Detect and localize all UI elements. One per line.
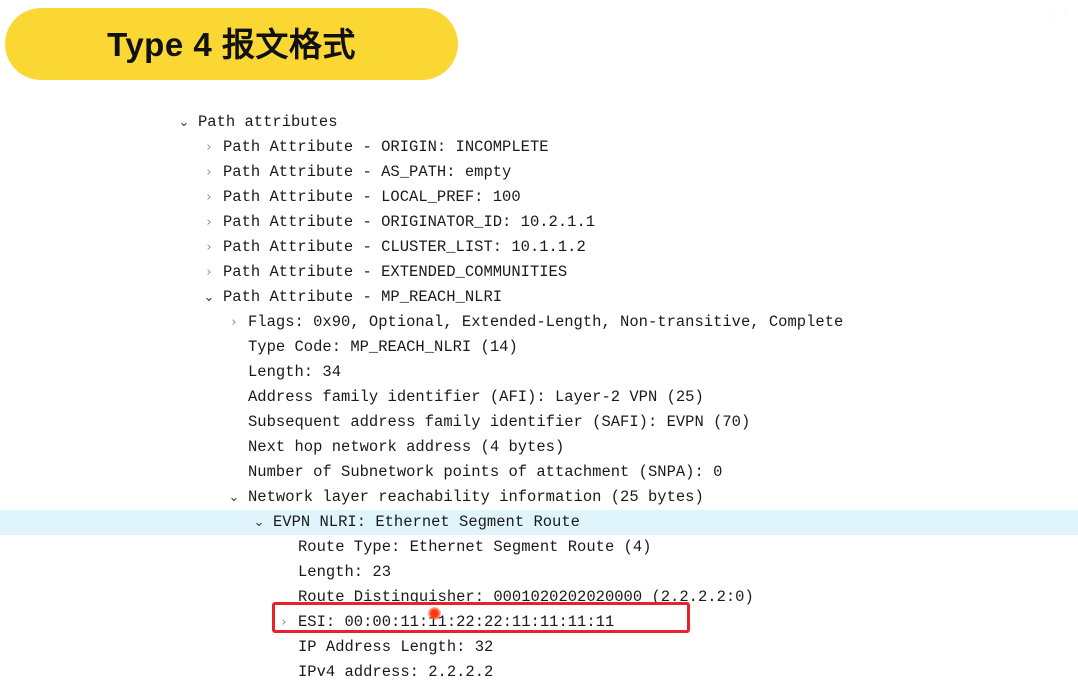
packet-detail-tree: ⌄ Path attributes › Path Attribute - ORIGIN… [0,110,1078,685]
chevron-right-icon[interactable]: › [276,610,292,635]
tree-row[interactable]: › Path Attribute - ORIGINATOR_ID: 10.2.1.… [0,210,1078,235]
chevron-down-icon[interactable]: ⌄ [176,110,192,135]
chevron-right-icon[interactable]: › [201,185,217,210]
chevron-down-icon[interactable]: ⌄ [201,285,217,310]
tree-row[interactable]: › Path Attribute - CLUSTER_LIST: 10.1.1.2 [0,235,1078,260]
tree-row-label: EVPN NLRI: Ethernet Segment Route [273,513,580,531]
tree-row-label: Path Attribute - ORIGINATOR_ID: 10.2.1.1 [223,213,596,231]
tree-row[interactable]: › Flags: 0x90, Optional, Extended-Length,… [0,310,1078,335]
tree-row[interactable]: › Path Attribute - ORIGIN: INCOMPLETE [0,135,1078,160]
tree-row-label: Route Distinguisher: 0001020202020000 (2… [298,588,754,606]
tree-row-label: Number of Subnetwork points of attachmen… [248,463,723,481]
tree-row[interactable]: Address family identifier (AFI): Layer-2… [0,385,1078,410]
tree-row[interactable]: › ESI: 00:00:11:11:22:22:11:11:11:11 [0,610,1078,635]
tree-row-label: Path Attribute - LOCAL_PREF: 100 [223,188,521,206]
tree-row-label: IP Address Length: 32 [298,638,494,656]
tree-row-label: Next hop network address (4 bytes) [248,438,565,456]
chevron-right-icon[interactable]: › [201,260,217,285]
chevron-right-icon[interactable]: › [226,310,242,335]
tree-row[interactable]: ⌄ Path Attribute - MP_REACH_NLRI [0,285,1078,310]
tree-row[interactable]: Subsequent address family identifier (SA… [0,410,1078,435]
tree-row-label: Path Attribute - MP_REACH_NLRI [223,288,503,306]
title-banner: Type 4 报文格式 [5,8,458,80]
tree-row-label: Network layer reachability information (… [248,488,704,506]
tree-row[interactable]: › Path Attribute - AS_PATH: empty [0,160,1078,185]
tree-row[interactable]: Route Distinguisher: 0001020202020000 (2… [0,585,1078,610]
tree-row-label: Path Attribute - CLUSTER_LIST: 10.1.1.2 [223,238,586,256]
chevron-right-icon[interactable]: › [201,135,217,160]
tree-row-label: Subsequent address family identifier (SA… [248,413,751,431]
tree-row[interactable]: › Path Attribute - EXTENDED_COMMUNITIES [0,260,1078,285]
tree-row-label: Length: 23 [298,563,392,581]
tree-row-label: Path Attribute - EXTENDED_COMMUNITIES [223,263,568,281]
chevron-right-icon[interactable]: › [201,235,217,260]
chevron-down-icon[interactable]: ⌄ [251,510,267,535]
tree-row-label: Path Attribute - ORIGIN: INCOMPLETE [223,138,549,156]
chevron-right-icon[interactable]: › [201,160,217,185]
tree-row-label: Type Code: MP_REACH_NLRI (14) [248,338,518,356]
tree-row[interactable]: IP Address Length: 32 [0,635,1078,660]
tree-row-label: Path attributes [198,113,338,131]
tree-row[interactable]: Next hop network address (4 bytes) [0,435,1078,460]
tree-row-label: Flags: 0x90, Optional, Extended-Length, … [248,313,844,331]
tree-row[interactable]: Route Type: Ethernet Segment Route (4) [0,535,1078,560]
tree-row-label: Address family identifier (AFI): Layer-2… [248,388,704,406]
chevron-down-icon[interactable]: ⌄ [226,485,242,510]
tree-row-label: ESI: 00:00:11:11:22:22:11:11:11:11 [298,613,615,631]
chevron-right-icon[interactable]: › [201,210,217,235]
tree-row[interactable]: Length: 34 [0,360,1078,385]
tree-row[interactable]: › Path Attribute - LOCAL_PREF: 100 [0,185,1078,210]
tree-row[interactable]: IPv4 address: 2.2.2.2 [0,660,1078,685]
tree-row-label: Path Attribute - AS_PATH: empty [223,163,512,181]
tree-row[interactable]: ⌄ Network layer reachability information … [0,485,1078,510]
tree-row[interactable]: ⌄ EVPN NLRI: Ethernet Segment Route [0,510,1078,535]
tree-row[interactable]: Number of Subnetwork points of attachmen… [0,460,1078,485]
tree-row-label: Length: 34 [248,363,342,381]
watermark: 技术 [1045,8,1072,22]
page-title: Type 4 报文格式 [107,25,356,63]
tree-row[interactable]: Length: 23 [0,560,1078,585]
tree-row-label: Route Type: Ethernet Segment Route (4) [298,538,652,556]
tree-row[interactable]: Type Code: MP_REACH_NLRI (14) [0,335,1078,360]
tree-row-label: IPv4 address: 2.2.2.2 [298,663,494,681]
tree-row[interactable]: ⌄ Path attributes [0,110,1078,135]
